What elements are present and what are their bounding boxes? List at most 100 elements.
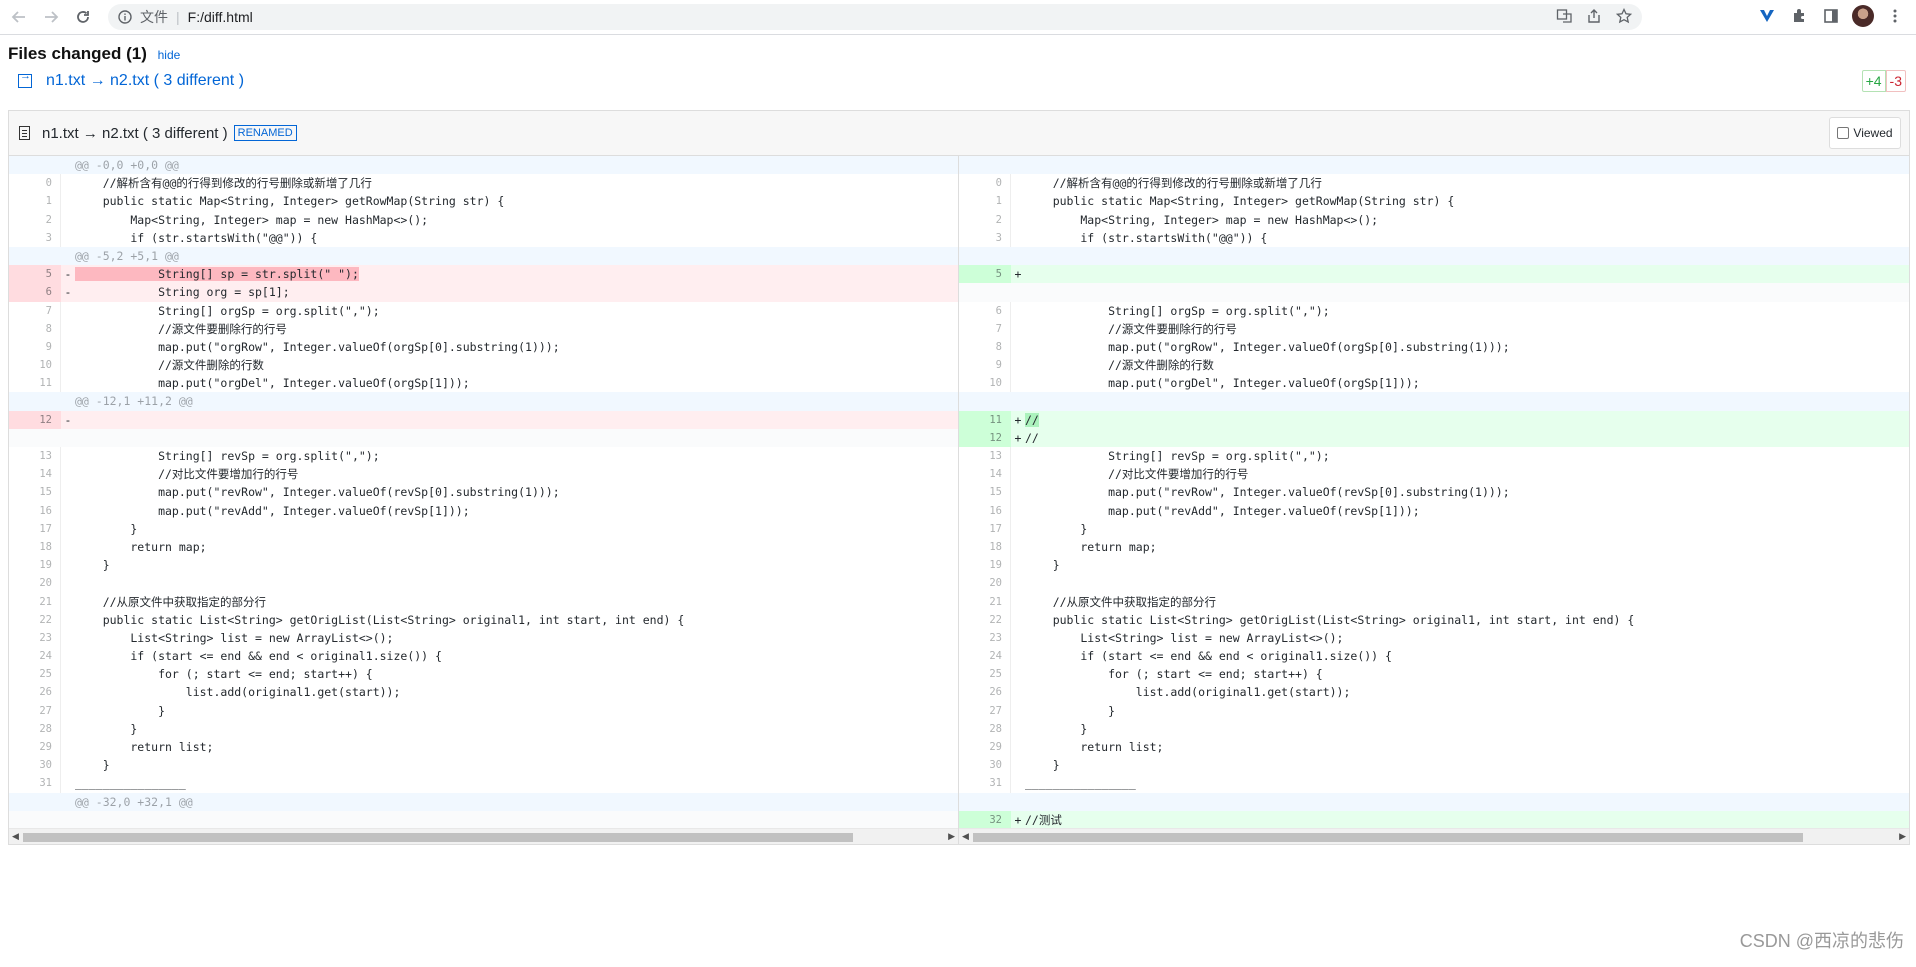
share-icon[interactable] xyxy=(1586,8,1602,27)
diff-line: 5 + xyxy=(959,265,1909,284)
files-changed-title: Files changed (1) xyxy=(8,44,147,63)
diff-line: 28 } xyxy=(9,719,958,738)
file-list-item[interactable]: n1.txt → n2.txt ( 3 different ) xyxy=(18,70,244,90)
change-marker xyxy=(1011,756,1025,774)
change-marker xyxy=(61,156,75,174)
change-marker xyxy=(1011,647,1025,665)
menu-dots-icon[interactable] xyxy=(1884,5,1906,27)
change-marker xyxy=(61,683,75,701)
diff-line: 12- xyxy=(9,410,958,429)
watermark: CSDN @西凉的悲伤 xyxy=(1739,931,1904,951)
side-panel-icon[interactable] xyxy=(1820,5,1842,27)
puzzle-icon[interactable] xyxy=(1788,5,1810,27)
diff-line: 32 +//测试 xyxy=(959,810,1909,829)
scroll-left-icon[interactable]: ◀ xyxy=(962,831,969,842)
line-number: 31 xyxy=(9,774,61,793)
diff-line: 7 String[] orgSp = org.split(","); xyxy=(9,301,958,320)
line-number: 23 xyxy=(9,628,61,648)
left-horizontal-scrollbar[interactable]: ◀ ▶ xyxy=(9,828,958,844)
line-number: 17 xyxy=(959,519,1011,538)
change-marker xyxy=(61,738,75,756)
hunk-header xyxy=(959,792,1909,811)
renamed-badge: RENAMED xyxy=(233,125,297,141)
diff-line: 11 +// xyxy=(959,410,1909,429)
line-number: 0 xyxy=(9,174,61,193)
scroll-right-icon[interactable]: ▶ xyxy=(1899,831,1906,842)
line-number: 16 xyxy=(9,501,61,520)
line-number: 28 xyxy=(959,719,1011,738)
code-text: } xyxy=(75,758,110,773)
right-scroll-thumb[interactable] xyxy=(973,833,1803,842)
profile-avatar[interactable] xyxy=(1852,5,1874,27)
star-icon[interactable] xyxy=(1615,7,1633,27)
change-marker xyxy=(1011,538,1025,556)
info-icon[interactable] xyxy=(118,10,132,24)
code-text: public static List<String> getOrigList(L… xyxy=(1025,612,1635,627)
change-marker xyxy=(61,720,75,738)
diff-line: 25 for (; start <= end; start++) { xyxy=(959,665,1909,684)
line-number: 15 xyxy=(959,483,1011,502)
change-marker xyxy=(1011,629,1025,647)
change-marker xyxy=(61,756,75,774)
code-text: } xyxy=(1025,521,1088,536)
code-text: public static Map<String, Integer> getRo… xyxy=(1025,194,1455,209)
reload-icon xyxy=(77,11,89,23)
omnibox-divider: | xyxy=(176,9,180,25)
change-marker xyxy=(61,611,75,629)
url-text[interactable]: F:/diff.html xyxy=(188,9,253,25)
line-number: 22 xyxy=(9,610,61,629)
code-text: map.put("orgDel", Integer.valueOf(orgSp[… xyxy=(75,376,470,391)
hide-link[interactable]: hide xyxy=(158,48,181,62)
diff-line: 14 //对比文件要增加行的行号 xyxy=(9,465,958,484)
code-text: String[] revSp = org.split(","); xyxy=(75,449,380,463)
diff-line: 30 } xyxy=(959,756,1909,775)
diff-line: 16 map.put("revAdd", Integer.valueOf(rev… xyxy=(9,501,958,520)
change-marker xyxy=(1011,338,1025,356)
change-marker: + xyxy=(1014,812,1022,827)
change-marker xyxy=(1011,174,1025,192)
line-number: 17 xyxy=(9,519,61,538)
translate-icon[interactable] xyxy=(1556,8,1572,27)
reload-button[interactable] xyxy=(70,4,96,30)
change-marker xyxy=(61,447,75,465)
change-marker xyxy=(61,629,75,647)
right-horizontal-scrollbar[interactable]: ◀ ▶ xyxy=(959,828,1909,844)
hunk-header xyxy=(959,246,1909,266)
change-marker xyxy=(61,593,75,611)
change-marker xyxy=(61,374,75,392)
diff-line: 3 if (str.startsWith("@@")) { xyxy=(9,228,958,247)
left-scroll-thumb[interactable] xyxy=(23,833,853,842)
code-text: } xyxy=(75,521,138,536)
change-marker xyxy=(1011,247,1025,265)
change-marker xyxy=(1011,465,1025,483)
diff-line: 8 //源文件要删除行的行号 xyxy=(9,319,958,338)
back-button[interactable] xyxy=(6,4,32,30)
code-text: //源文件删除的行数 xyxy=(75,358,264,373)
code-text: } xyxy=(1025,758,1060,773)
extension-v-icon[interactable] xyxy=(1756,5,1778,27)
viewed-checkbox[interactable] xyxy=(1837,127,1850,139)
code-text: if (start <= end && end < original1.size… xyxy=(1025,649,1392,664)
change-marker xyxy=(1011,665,1025,683)
file-diff: n1.txt → n2.txt ( 3 different ) RENAMED … xyxy=(8,110,1910,845)
scroll-left-icon[interactable]: ◀ xyxy=(12,831,19,842)
code-text: return list; xyxy=(75,740,214,754)
line-number: 11 xyxy=(9,374,61,393)
diff-line xyxy=(9,428,958,447)
line-number: 25 xyxy=(9,665,61,684)
diff-line: 27 } xyxy=(959,701,1909,720)
scroll-right-icon[interactable]: ▶ xyxy=(948,831,955,842)
diff-line: 2 Map<String, Integer> map = new HashMap… xyxy=(959,210,1909,229)
diff-line: 17 } xyxy=(959,519,1909,538)
diff-line: 23 List<String> list = new ArrayList<>()… xyxy=(959,628,1909,648)
files-changed-heading: Files changed (1) hide xyxy=(8,44,180,64)
forward-button[interactable] xyxy=(38,4,64,30)
address-bar[interactable]: 文件 | F:/diff.html xyxy=(108,4,1642,30)
diff-line: 7 //源文件要删除行的行号 xyxy=(959,319,1909,338)
viewed-toggle[interactable]: Viewed xyxy=(1829,117,1901,149)
file-link[interactable]: n1.txt → n2.txt ( 3 different ) xyxy=(46,72,244,90)
